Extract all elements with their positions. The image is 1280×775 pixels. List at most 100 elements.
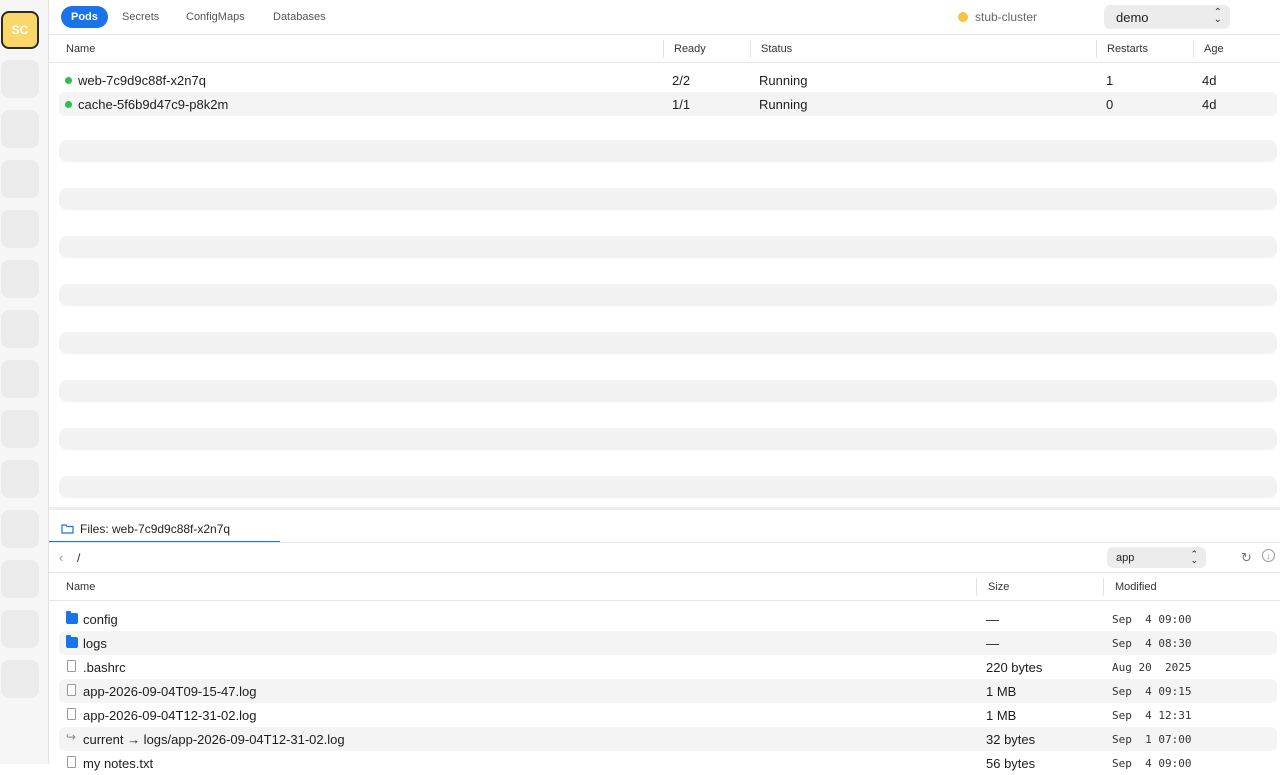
- pod-restarts: 0: [1106, 97, 1114, 112]
- loading-placeholder-row: [59, 380, 1277, 402]
- sidebar-placeholder: [1, 160, 39, 198]
- file-icon: [67, 660, 76, 672]
- running-status-dot: [65, 101, 72, 108]
- sidebar-placeholder: [1, 310, 39, 348]
- files-table-header: Name Size Modified: [49, 573, 1280, 601]
- pod-status: Running: [759, 97, 808, 112]
- files-tab[interactable]: Files: web-7c9d9c88f-x2n7q: [49, 516, 280, 543]
- column-divider: [1103, 578, 1104, 596]
- pods-table-header: Name Ready Status Restarts Age: [49, 35, 1280, 63]
- column-header-name[interactable]: Name: [66, 581, 95, 593]
- file-icon: [67, 684, 76, 696]
- file-size: —: [986, 612, 999, 627]
- cluster-name: stub-cluster: [975, 10, 1038, 24]
- file-name: app-2026-09-04T09-15-47.log: [83, 684, 257, 699]
- cluster-indicator: stub-cluster: [958, 10, 1037, 24]
- file-size: 220 bytes: [986, 660, 1043, 675]
- cluster-avatar[interactable]: SC: [1, 11, 39, 49]
- download-icon[interactable]: ↓: [1262, 549, 1275, 562]
- current-path[interactable]: /: [77, 551, 80, 565]
- file-modified: Sep 4 09:15: [1112, 685, 1192, 698]
- file-row[interactable]: logs — Sep 4 08:30: [59, 631, 1277, 655]
- file-modified: Sep 4 12:31: [1112, 709, 1192, 722]
- path-bar: ‹ / app ⌃ ⌄ ↻ ↓: [49, 544, 1280, 573]
- loading-placeholder-row: [59, 284, 1277, 306]
- file-modified: Sep 1 07:00: [1112, 733, 1192, 746]
- pod-ready: 2/2: [672, 73, 691, 88]
- file-name: config: [83, 612, 118, 627]
- tab-databases[interactable]: Databases: [263, 6, 336, 28]
- tab-secrets[interactable]: Secrets: [112, 6, 169, 28]
- folder-outline-icon: [61, 524, 74, 534]
- file-name: current → logs/app-2026-09-04T12-31-02.l…: [83, 732, 345, 747]
- namespace-value: demo: [1116, 9, 1149, 25]
- file-modified: Sep 4 08:30: [1112, 637, 1192, 650]
- column-header-ready[interactable]: Ready: [674, 43, 706, 55]
- top-bar: Pods Secrets ConfigMaps Databases stub-c…: [49, 0, 1280, 35]
- file-size: —: [986, 636, 999, 651]
- column-header-status[interactable]: Status: [761, 43, 792, 55]
- file-row[interactable]: app-2026-09-04T09-15-47.log 1 MB Sep 4 09:…: [59, 679, 1277, 703]
- column-divider: [1193, 40, 1194, 58]
- sidebar-placeholder: [1, 360, 39, 398]
- sidebar-placeholder: [1, 560, 39, 598]
- file-row[interactable]: config — Sep 4 09:00: [59, 607, 1277, 631]
- sidebar-placeholder: [1, 260, 39, 298]
- folder-icon: [66, 611, 78, 624]
- file-size: 1 MB: [986, 708, 1017, 723]
- pod-status: Running: [759, 73, 808, 88]
- sidebar-placeholder: [1, 610, 39, 648]
- tab-configmaps[interactable]: ConfigMaps: [176, 6, 255, 28]
- column-header-modified[interactable]: Modified: [1115, 581, 1157, 593]
- chevron-updown-icon: ⌃ ⌄: [1190, 549, 1198, 565]
- cluster-status-dot: [958, 12, 968, 22]
- sidebar: SC: [0, 0, 49, 764]
- file-icon: [67, 708, 76, 720]
- column-header-name[interactable]: Name: [66, 43, 95, 55]
- sidebar-placeholder: [1, 660, 39, 698]
- loading-placeholder-row: [59, 332, 1277, 354]
- tab-pods[interactable]: Pods: [61, 6, 108, 28]
- file-row[interactable]: app-2026-09-04T12-31-02.log 1 MB Sep 4 12:…: [59, 703, 1277, 727]
- running-status-dot: [65, 77, 72, 84]
- column-divider: [976, 578, 977, 596]
- folder-icon: [66, 635, 78, 648]
- pod-row[interactable]: web-7c9d9c88f-x2n7q 2/2 Running 1 4d: [59, 68, 1277, 92]
- sidebar-placeholder: [1, 110, 39, 148]
- back-chevron-icon[interactable]: ‹: [59, 550, 63, 565]
- chevron-updown-icon: ⌃ ⌄: [1213, 7, 1222, 25]
- files-panel: Files: web-7c9d9c88f-x2n7q ‹ / app ⌃ ⌄ ↻ …: [49, 507, 1280, 771]
- column-header-age[interactable]: Age: [1204, 43, 1224, 55]
- tab-divider: [49, 542, 1280, 543]
- symlink-icon: ↪: [66, 730, 77, 744]
- column-header-restarts[interactable]: Restarts: [1107, 43, 1148, 55]
- sidebar-placeholder: [1, 210, 39, 248]
- file-icon: [67, 756, 76, 768]
- file-name: app-2026-09-04T12-31-02.log: [83, 708, 257, 723]
- file-modified: Aug 20 2025: [1112, 661, 1192, 674]
- container-select[interactable]: app ⌃ ⌄: [1107, 547, 1206, 568]
- column-header-size[interactable]: Size: [988, 581, 1009, 593]
- pod-restarts: 1: [1106, 73, 1114, 88]
- file-size: 32 bytes: [986, 732, 1036, 747]
- file-row[interactable]: my notes.txt 56 bytes Sep 4 09:00: [59, 751, 1277, 775]
- namespace-select[interactable]: demo ⌃ ⌄: [1104, 5, 1230, 29]
- file-row[interactable]: .bashrc 220 bytes Aug 20 2025: [59, 655, 1277, 679]
- refresh-icon[interactable]: ↻: [1241, 550, 1252, 566]
- column-divider: [1096, 40, 1097, 58]
- sidebar-placeholder: [1, 510, 39, 548]
- sidebar-placeholder: [1, 60, 39, 98]
- files-tab-label: Files: web-7c9d9c88f-x2n7q: [80, 521, 231, 536]
- loading-placeholder-row: [59, 428, 1277, 450]
- pod-name: cache-5f6b9d47c9-p8k2m: [78, 97, 229, 112]
- pod-ready: 1/1: [672, 97, 691, 112]
- column-divider: [663, 40, 664, 58]
- file-name: logs: [83, 636, 107, 651]
- loading-placeholder-row: [59, 188, 1277, 210]
- file-row[interactable]: ↪ current → logs/app-2026-09-04T12-31-02.…: [59, 727, 1277, 751]
- loading-placeholder-row: [59, 140, 1277, 162]
- file-name: .bashrc: [83, 660, 126, 675]
- pod-row[interactable]: cache-5f6b9d47c9-p8k2m 1/1 Running 0 4d: [59, 92, 1277, 116]
- sidebar-placeholder: [1, 460, 39, 498]
- pod-age: 4d: [1202, 73, 1217, 88]
